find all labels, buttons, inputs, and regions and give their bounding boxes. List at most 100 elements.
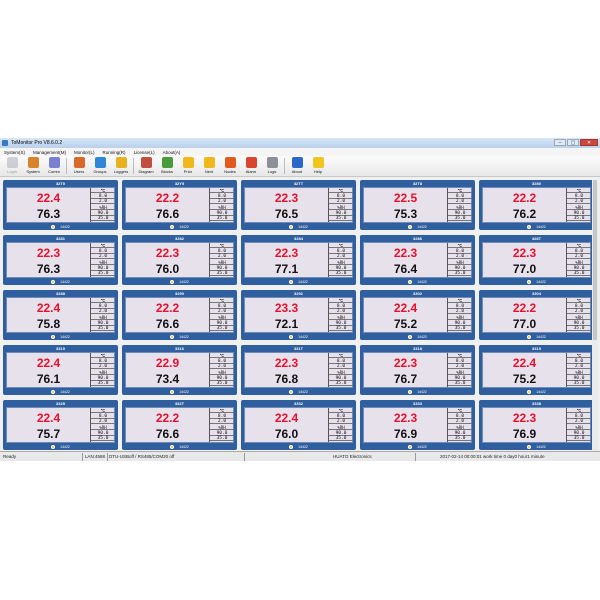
diagram-button[interactable]: Diagram [136,156,156,176]
blocks-button[interactable]: Blocks [157,156,177,176]
reading-area: 22.2 77.0 [483,298,566,332]
status-divider [82,453,83,461]
logs-button[interactable]: Logs [262,156,282,176]
vertical-scrollbar[interactable] [592,180,598,451]
humidity-value: 76.6 [155,317,180,331]
logger-panel[interactable]: 3338 22.3 76.9 ℃ 8.0 2.0 %RH 90.0 35.0 14422 [479,400,594,450]
logger-panel[interactable]: 3288 22.4 75.8 ℃ 8.0 2.0 %RH 90.0 35.0 14422 [3,290,118,340]
logger-panel[interactable]: 3284 22.3 77.1 ℃ 8.0 2.0 %RH 90.0 35.0 14422 [241,235,356,285]
toolbar-label: System [26,169,40,174]
logger-panel[interactable]: 32T8 22.5 75.3 ℃ 8.0 2.0 %RH 90.0 35.0 14422 [360,180,475,230]
logger-id: 14422 [536,224,546,229]
logger-name: 3315 [56,346,65,351]
limits-column: ℃ 8.0 2.0 %RH 90.0 35.0 [328,353,353,387]
menu-item[interactable]: System(S) [4,150,25,155]
hum-unit: %RH [567,425,591,430]
limit-value: 2.0 [210,254,234,259]
logger-panel[interactable]: 3325 22.4 75.7 ℃ 8.0 2.0 %RH 90.0 35.0 14422 [3,400,118,450]
logger-panel[interactable]: 3281 22.3 76.3 ℃ 8.0 2.0 %RH 90.0 35.0 14422 [3,235,118,285]
comm-button[interactable]: Comm [44,156,64,176]
limits-column: ℃ 8.0 2.0 %RH 90.0 35.0 [90,408,115,442]
window-title: ToMonitor Pro V8.6.0.2 [11,140,63,146]
logger-body: 22.5 75.3 ℃ 8.0 2.0 %RH 90.0 35.0 [363,187,472,223]
login-button[interactable]: Login [2,156,22,176]
about-button[interactable]: About [287,156,307,176]
logger-panel[interactable]: 3315 22.4 76.1 ℃ 8.0 2.0 %RH 90.0 35.0 14422 [3,345,118,395]
limits-column: ℃ 8.0 2.0 %RH 90.0 35.0 [209,298,234,332]
scroll-thumb[interactable] [593,180,597,340]
hum-unit: %RH [329,370,353,375]
status-dot-icon [408,444,413,449]
logger-id: 14422 [60,444,70,449]
toolbar-label: Next [204,169,214,174]
menu-item[interactable]: Running(R) [103,150,126,155]
status-dot-icon [289,389,294,394]
limit-value: 2.0 [91,309,115,314]
logger-panel[interactable]: 3302 22.4 75.2 ℃ 8.0 2.0 %RH 90.0 35.0 14422 [360,290,475,340]
groups-button[interactable]: Groups [90,156,110,176]
login-icon [6,157,18,168]
humidity-value: 72.1 [274,317,299,331]
status-dot-icon [527,389,532,394]
limits-column: ℃ 8.0 2.0 %RH 90.0 35.0 [209,408,234,442]
prior-button[interactable]: Prior [178,156,198,176]
temperature-value: 22.2 [155,191,180,205]
logger-panel[interactable]: 332T 22.2 76.6 ℃ 8.0 2.0 %RH 90.0 35.0 14422 [122,400,237,450]
logger-footer: 14422 [122,388,237,395]
logger-panel[interactable]: 32TT 22.3 76.5 ℃ 8.0 2.0 %RH 90.0 35.0 14422 [241,180,356,230]
logger-id: 14422 [536,444,546,449]
logger-id: 14422 [179,334,189,339]
logger-panel[interactable]: 3319 22.4 75.2 ℃ 8.0 2.0 %RH 90.0 35.0 14422 [479,345,594,395]
logger-panel[interactable]: 3316 22.9 73.4 ℃ 8.0 2.0 %RH 90.0 35.0 14422 [122,345,237,395]
temperature-value: 22.9 [155,356,180,370]
app-icon [2,140,8,146]
logger-name: 3319 [532,346,541,351]
users-button[interactable]: Users [69,156,89,176]
system-button[interactable]: System [23,156,43,176]
limit-value: 2.0 [448,364,472,369]
next-button[interactable]: Next [199,156,219,176]
logger-footer: 14422 [360,443,475,450]
close-button[interactable]: ✕ [580,139,598,146]
maximize-button[interactable]: ▢ [567,139,579,146]
limit-value: 35.0 [329,436,353,441]
logger-id: 14422 [298,444,308,449]
menu-item[interactable]: License(L) [134,150,155,155]
logger-id: 14422 [417,279,427,284]
logger-panel[interactable]: 3290 22.2 76.6 ℃ 8.0 2.0 %RH 90.0 35.0 14422 [122,290,237,340]
logger-panel[interactable]: 331T 22.3 76.8 ℃ 8.0 2.0 %RH 90.0 35.0 14422 [241,345,356,395]
temperature-value: 22.2 [155,411,180,425]
menu-item[interactable]: Monitor(L) [74,150,95,155]
reading-area: 22.3 76.3 [7,243,90,277]
logger-panel[interactable]: 3282 22.3 76.0 ℃ 8.0 2.0 %RH 90.0 35.0 14422 [122,235,237,285]
logger-footer: 14422 [479,443,594,450]
limit-value: 35.0 [91,271,115,276]
toolbar-label: Comm [48,169,60,174]
menu-item[interactable]: About(A) [163,150,181,155]
logger-panel[interactable]: 3304 22.2 77.0 ℃ 8.0 2.0 %RH 90.0 35.0 14422 [479,290,594,340]
limits-column: ℃ 8.0 2.0 %RH 90.0 35.0 [447,408,472,442]
logger-panel[interactable]: 3318 22.3 76.7 ℃ 8.0 2.0 %RH 90.0 35.0 14422 [360,345,475,395]
logger-panel[interactable]: 3286 22.3 76.4 ℃ 8.0 2.0 %RH 90.0 35.0 14422 [360,235,475,285]
logger-panel[interactable]: 3291 23.3 72.1 ℃ 8.0 2.0 %RH 90.0 35.0 14422 [241,290,356,340]
nodes-button[interactable]: Nodes [220,156,240,176]
hum-unit: %RH [210,260,234,265]
logger-panel[interactable]: 3332 22.4 76.0 ℃ 8.0 2.0 %RH 90.0 35.0 14422 [241,400,356,450]
logger-panel[interactable]: 3280 22.2 76.2 ℃ 8.0 2.0 %RH 90.0 35.0 14422 [479,180,594,230]
toolbar-label: Help [313,169,323,174]
limit-value: 2.0 [91,199,115,204]
logger-panel[interactable]: 328T 22.3 77.0 ℃ 8.0 2.0 %RH 90.0 35.0 14422 [479,235,594,285]
logger-panel[interactable]: 3333 22.3 76.9 ℃ 8.0 2.0 %RH 90.0 35.0 14422 [360,400,475,450]
alarm-button[interactable]: Alarm [241,156,261,176]
limit-value: 35.0 [91,436,115,441]
limit-value: 2.0 [567,199,591,204]
logger-panel[interactable]: 32Y5 22.2 76.6 ℃ 8.0 2.0 %RH 90.0 35.0 14422 [122,180,237,230]
limit-value: 2.0 [567,309,591,314]
menu-item[interactable]: Management(M) [33,150,66,155]
loggers-button[interactable]: Loggers [111,156,131,176]
minimize-button[interactable]: – [554,139,566,146]
limit-value: 35.0 [448,381,472,386]
logger-panel[interactable]: 32T0 22.4 76.3 ℃ 8.0 2.0 %RH 90.0 35.0 14422 [3,180,118,230]
help-button[interactable]: Help [308,156,328,176]
status-dot-icon [170,224,175,229]
